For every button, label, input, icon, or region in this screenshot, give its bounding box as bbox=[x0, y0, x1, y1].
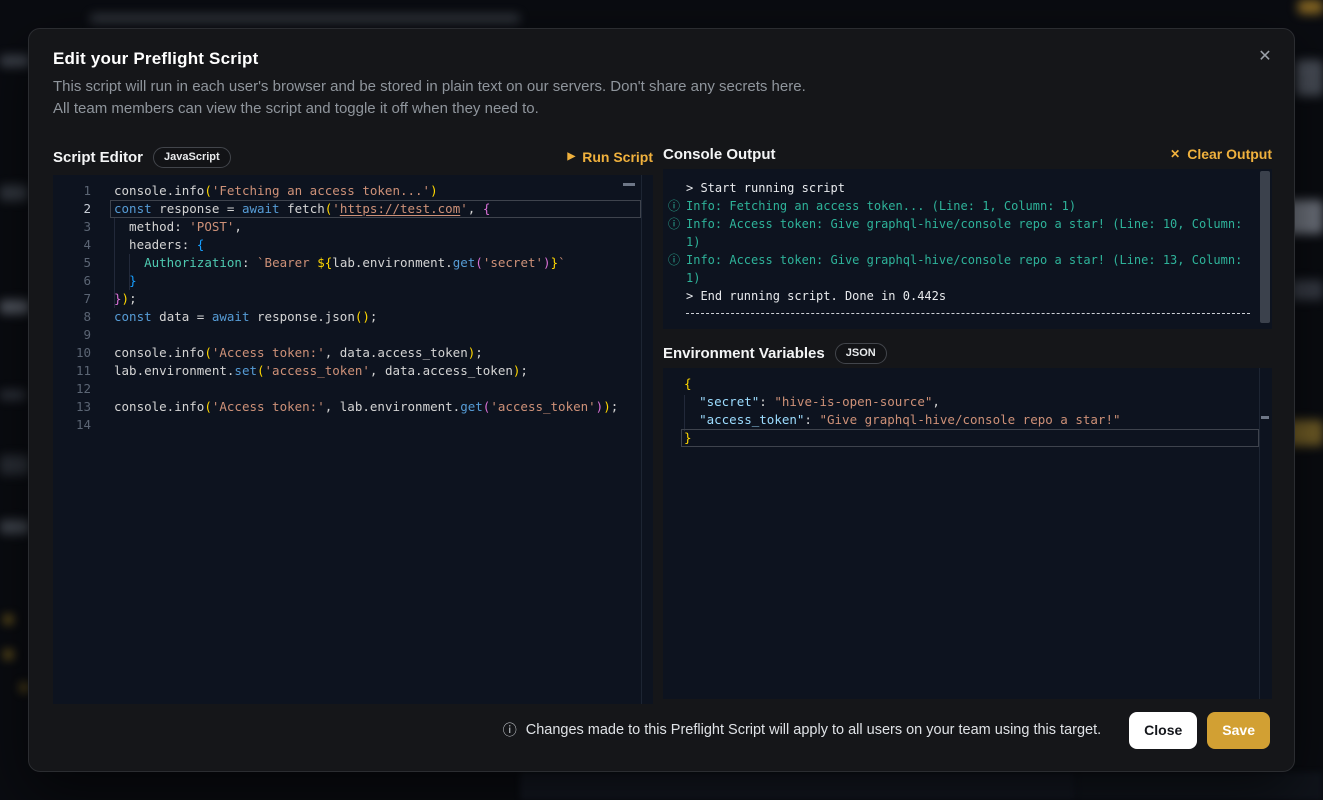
env-variables-header: Environment Variables JSON bbox=[663, 338, 1272, 368]
code-line: 5 Authorization: `Bearer ${lab.environme… bbox=[53, 254, 653, 272]
backdrop-blur-shape bbox=[1298, 0, 1323, 14]
line-number: 2 bbox=[53, 200, 97, 218]
backdrop-blur-shape bbox=[520, 772, 1076, 800]
code-line: 2const response = await fetch('https://t… bbox=[53, 200, 653, 218]
console-line: ⓘInfo: Fetching an access token... (Line… bbox=[667, 197, 1272, 215]
console-line: ⓘInfo: Access token: Give graphql-hive/c… bbox=[667, 251, 1272, 287]
script-editor-section: Script Editor JavaScript ▶ Run Script 1c… bbox=[53, 139, 653, 704]
backdrop-blur-shape bbox=[1296, 60, 1323, 96]
log-icon-slot bbox=[667, 179, 686, 197]
console-line: > End running script. Done in 0.442s bbox=[667, 287, 1272, 305]
console-line: > Start running script bbox=[667, 179, 1272, 197]
backdrop-blur-shape bbox=[0, 455, 30, 475]
code-line: 12 bbox=[53, 380, 653, 398]
line-number: 11 bbox=[53, 362, 97, 380]
code-line: } bbox=[663, 429, 1272, 447]
line-number: 12 bbox=[53, 380, 97, 398]
preflight-script-dialog: Edit your Preflight Script This script w… bbox=[28, 28, 1295, 772]
line-number: 6 bbox=[53, 272, 97, 290]
dialog-footer: ⓘ Changes made to this Preflight Script … bbox=[503, 711, 1270, 749]
console-line-text: > Start running script bbox=[686, 179, 1272, 197]
code-line: 7}); bbox=[53, 290, 653, 308]
env-variables-title: Environment Variables bbox=[663, 345, 825, 362]
close-button[interactable]: Close bbox=[1129, 712, 1197, 749]
console-output-header: Console Output ✕ Clear Output bbox=[663, 139, 1272, 169]
output-section: Console Output ✕ Clear Output > Start ru… bbox=[663, 139, 1272, 699]
clear-output-button[interactable]: ✕ Clear Output bbox=[1170, 146, 1272, 162]
footer-note: ⓘ Changes made to this Preflight Script … bbox=[503, 720, 1101, 740]
backdrop-blur-shape bbox=[0, 55, 30, 67]
footer-note-text: Changes made to this Preflight Script wi… bbox=[526, 722, 1101, 738]
script-code-editor[interactable]: 1console.info('Fetching an access token.… bbox=[53, 175, 653, 704]
json-badge: JSON bbox=[835, 343, 887, 364]
info-icon: ⓘ bbox=[503, 720, 517, 740]
code-line: "access_token": "Give graphql-hive/conso… bbox=[663, 411, 1272, 429]
code-line: 3 method: 'POST', bbox=[53, 218, 653, 236]
line-number: 13 bbox=[53, 398, 97, 416]
code-line: 9 bbox=[53, 326, 653, 344]
backdrop-blur-shape bbox=[0, 185, 28, 201]
line-number: 4 bbox=[53, 236, 97, 254]
code-line: 11lab.environment.set('access_token', da… bbox=[53, 362, 653, 380]
code-line: "secret": "hive-is-open-source", bbox=[663, 393, 1272, 411]
backdrop-blur-shape bbox=[0, 520, 30, 534]
console-line-text: Info: Access token: Give graphql-hive/co… bbox=[686, 251, 1272, 287]
page-title: Edit your Preflight Script bbox=[53, 49, 258, 69]
backdrop-blur-shape bbox=[90, 14, 520, 23]
code-line: 10console.info('Access token:', data.acc… bbox=[53, 344, 653, 362]
javascript-badge: JavaScript bbox=[153, 147, 231, 168]
backdrop-blur-shape bbox=[1076, 772, 1323, 800]
info-icon: ⓘ bbox=[667, 251, 686, 287]
script-editor-title: Script Editor bbox=[53, 149, 143, 166]
console-line: ⓘInfo: Access token: Give graphql-hive/c… bbox=[667, 215, 1272, 251]
backdrop-blur-shape bbox=[4, 650, 13, 659]
dialog-description: This script will run in each user's brow… bbox=[53, 76, 806, 120]
code-line: 1console.info('Fetching an access token.… bbox=[53, 182, 653, 200]
line-number: 3 bbox=[53, 218, 97, 236]
code-line: 4 headers: { bbox=[53, 236, 653, 254]
dialog-description-line2: All team members can view the script and… bbox=[53, 98, 806, 120]
console-separator bbox=[686, 313, 1250, 314]
code-line: 14 bbox=[53, 416, 653, 434]
code-line: 8const data = await response.json(); bbox=[53, 308, 653, 326]
page: Edit your Preflight Script This script w… bbox=[0, 0, 1323, 800]
backdrop-blur-shape bbox=[0, 300, 30, 314]
log-icon-slot bbox=[667, 287, 686, 305]
console-line-text: Info: Fetching an access token... (Line:… bbox=[686, 197, 1272, 215]
backdrop-blur-shape bbox=[0, 390, 26, 400]
env-variables-editor[interactable]: { "secret": "hive-is-open-source", "acce… bbox=[663, 368, 1272, 699]
clear-icon: ✕ bbox=[1170, 148, 1180, 160]
line-number: 9 bbox=[53, 326, 97, 344]
console-line-text: Info: Access token: Give graphql-hive/co… bbox=[686, 215, 1272, 251]
script-editor-header: Script Editor JavaScript ▶ Run Script bbox=[53, 139, 653, 175]
run-script-button[interactable]: ▶ Run Script bbox=[568, 149, 653, 165]
console-line-text: > End running script. Done in 0.442s bbox=[686, 287, 1272, 305]
run-script-label: Run Script bbox=[582, 149, 653, 165]
dialog-description-line1: This script will run in each user's brow… bbox=[53, 76, 806, 98]
info-icon: ⓘ bbox=[667, 215, 686, 251]
line-number: 10 bbox=[53, 344, 97, 362]
line-number: 8 bbox=[53, 308, 97, 326]
code-line: 6 } bbox=[53, 272, 653, 290]
code-line: { bbox=[663, 375, 1272, 393]
close-icon[interactable]: ✕ bbox=[1252, 43, 1278, 69]
line-number: 1 bbox=[53, 182, 97, 200]
backdrop-blur-shape bbox=[4, 615, 13, 624]
info-icon: ⓘ bbox=[667, 197, 686, 215]
line-number: 14 bbox=[53, 416, 97, 434]
line-number: 7 bbox=[53, 290, 97, 308]
line-number: 5 bbox=[53, 254, 97, 272]
play-icon: ▶ bbox=[568, 152, 576, 162]
console-scrollbar-thumb[interactable] bbox=[1260, 171, 1270, 323]
code-line: 13console.info('Access token:', lab.envi… bbox=[53, 398, 653, 416]
console-output-panel: > Start running scriptⓘInfo: Fetching an… bbox=[663, 169, 1272, 329]
clear-output-label: Clear Output bbox=[1187, 146, 1272, 162]
save-button[interactable]: Save bbox=[1207, 712, 1270, 749]
console-output-title: Console Output bbox=[663, 146, 776, 163]
